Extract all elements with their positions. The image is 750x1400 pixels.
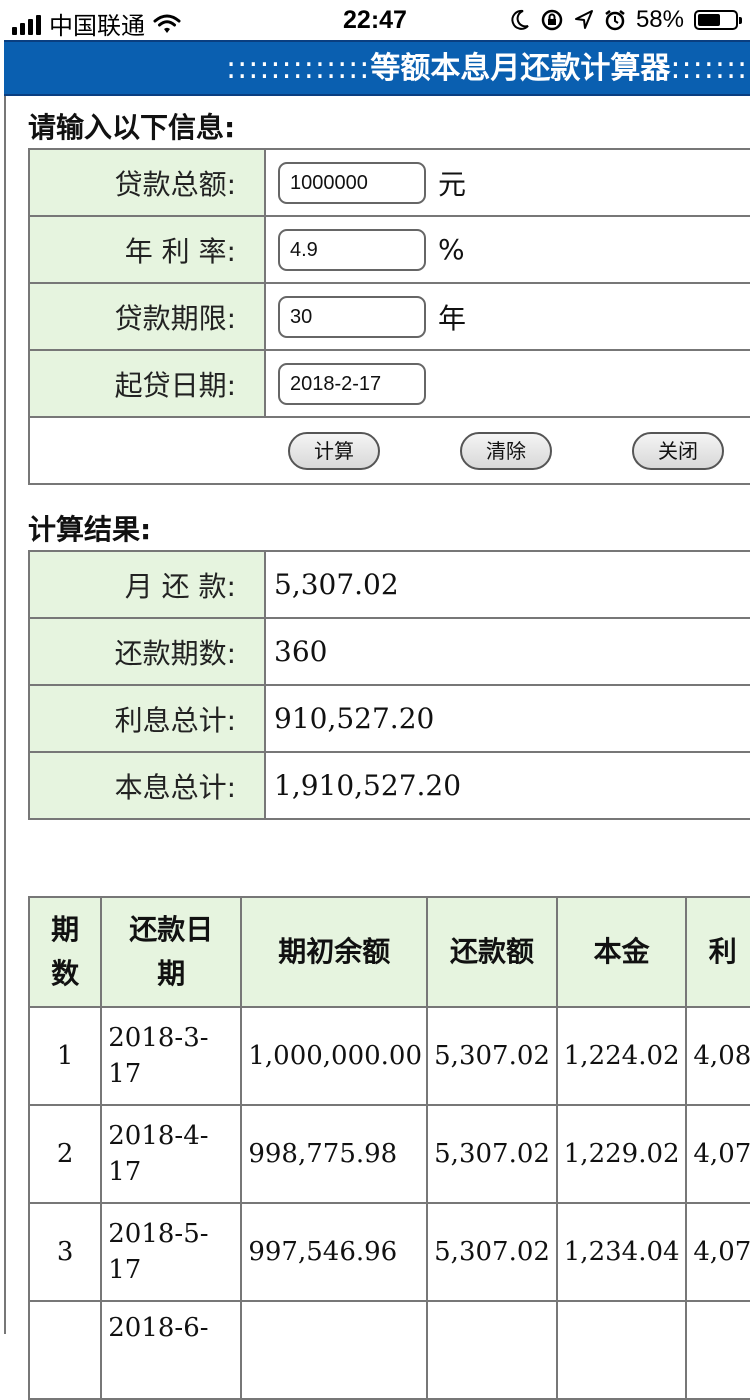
- annual-rate-cell: 4.9%: [264, 215, 750, 284]
- moon-icon: [511, 9, 529, 30]
- row-payment: 5,307.02: [426, 1202, 558, 1302]
- header-date-line2: 期: [157, 957, 186, 990]
- loan-term-unit: 年: [438, 301, 467, 335]
- row-date: 2018-6-: [100, 1300, 243, 1400]
- row-period: 1: [27, 1006, 103, 1106]
- row-date: 2018-5-17: [100, 1202, 243, 1302]
- row-principal: [555, 1300, 688, 1400]
- form-row-loan-term: 贷款期限: 30 年: [28, 282, 750, 351]
- button-cell: 计算 清除 关闭: [28, 416, 750, 485]
- start-date-cell: 2018-2-17: [264, 349, 750, 418]
- header-period-line1: 期: [51, 913, 80, 946]
- row-period: 3: [27, 1202, 103, 1302]
- form-row-buttons: 计算 清除 关闭: [28, 416, 750, 485]
- annual-rate-input[interactable]: 4.9: [278, 228, 426, 271]
- schedule-table: 期数 还款日期 期初余额 还款额 本金 利 1 2018-3-17 1,000,…: [27, 896, 750, 1400]
- table-row: 2018-6-: [27, 1300, 750, 1400]
- monthly-payment-value: 5,307.02: [264, 550, 750, 619]
- row-opening-balance: 998,775.98: [240, 1104, 429, 1204]
- calculate-button[interactable]: 计算: [288, 432, 380, 470]
- clear-button[interactable]: 清除: [460, 432, 552, 470]
- result-row-total: 本息总计: 1,910,527.20: [28, 751, 750, 820]
- row-interest: [685, 1300, 750, 1400]
- loan-amount-unit: 元: [438, 167, 467, 201]
- result-row-periods: 还款期数: 360: [28, 617, 750, 686]
- header-payment: 还款额: [426, 896, 558, 1008]
- header-principal: 本金: [555, 896, 688, 1008]
- total-interest-value: 910,527.20: [264, 684, 750, 753]
- header-interest: 利: [685, 896, 750, 1008]
- alarm-icon: [605, 10, 625, 31]
- total-payment-value: 1,910,527.20: [264, 751, 750, 820]
- loan-amount-input[interactable]: 1000000: [278, 161, 426, 204]
- row-opening-balance: 1,000,000.00: [240, 1006, 429, 1106]
- annual-rate-label: 年 利 率:: [28, 215, 266, 284]
- result-row-monthly: 月 还 款: 5,307.02: [28, 550, 750, 619]
- total-payment-label: 本息总计:: [28, 751, 266, 820]
- loan-amount-cell: 1000000 元: [264, 148, 750, 217]
- loan-amount-label: 贷款总额:: [28, 148, 266, 217]
- table-row: 3 2018-5-17 997,546.96 5,307.02 1,234.04…: [27, 1202, 750, 1302]
- battery-percent: 58%: [635, 6, 684, 33]
- row-payment: 5,307.02: [426, 1006, 558, 1106]
- result-row-interest: 利息总计: 910,527.20: [28, 684, 750, 753]
- title-dots-left: :::::::::::::: [226, 51, 371, 86]
- annual-rate-unit: %: [438, 233, 465, 266]
- table-row: 2 2018-4-17 998,775.98 5,307.02 1,229.02…: [27, 1104, 750, 1204]
- start-date-input[interactable]: 2018-2-17: [278, 362, 426, 405]
- result-section-heading: 计算结果:: [28, 513, 152, 546]
- row-interest: 4,07: [685, 1202, 750, 1302]
- periods-label: 还款期数:: [28, 617, 266, 686]
- row-interest: 4,08: [685, 1006, 750, 1106]
- form-row-start-date: 起贷日期: 2018-2-17: [28, 349, 750, 418]
- row-payment: [426, 1300, 558, 1400]
- calculator-frame: 请输入以下信息: 贷款总额: 1000000 元 年 利 率: 4.9% 贷款期限…: [4, 96, 750, 1400]
- title-bar: :::::::::::::等额本息月还款计算器::::::::::: [4, 40, 750, 96]
- form-row-annual-rate: 年 利 率: 4.9%: [28, 215, 750, 284]
- title-dots-right: ::::::::::: [670, 51, 750, 86]
- header-date: 还款日期: [100, 896, 243, 1008]
- form-row-loan-amount: 贷款总额: 1000000 元: [28, 148, 750, 217]
- header-period-line2: 数: [51, 957, 80, 990]
- schedule-header-row: 期数 还款日期 期初余额 还款额 本金 利: [27, 896, 750, 1008]
- row-principal: 1,224.02: [555, 1006, 688, 1106]
- row-opening-balance: [240, 1300, 429, 1400]
- row-interest: 4,07: [685, 1104, 750, 1204]
- status-right: 58%: [510, 6, 742, 34]
- row-opening-balance: 997,546.96: [240, 1202, 429, 1302]
- total-interest-label: 利息总计:: [28, 684, 266, 753]
- loan-term-label: 贷款期限:: [28, 282, 266, 351]
- monthly-payment-label: 月 还 款:: [28, 550, 266, 619]
- row-principal: 1,234.04: [555, 1202, 688, 1302]
- close-button[interactable]: 关闭: [632, 432, 724, 470]
- input-form-table: 贷款总额: 1000000 元 年 利 率: 4.9% 贷款期限: 30 年 起贷日…: [28, 148, 750, 485]
- location-icon: [574, 10, 593, 29]
- input-section-heading: 请输入以下信息:: [28, 111, 236, 144]
- periods-value: 360: [264, 617, 750, 686]
- page-title: 等额本息月还款计算器: [370, 51, 671, 86]
- row-date: 2018-3-17: [100, 1006, 243, 1106]
- row-period: 2: [27, 1104, 103, 1204]
- result-table: 月 还 款: 5,307.02 还款期数: 360 利息总计: 910,527.…: [28, 550, 750, 820]
- start-date-label: 起贷日期:: [28, 349, 266, 418]
- row-period: [27, 1300, 103, 1400]
- loan-term-input[interactable]: 30: [278, 295, 426, 338]
- header-date-line1: 还款日: [129, 913, 214, 946]
- table-row: 1 2018-3-17 1,000,000.00 5,307.02 1,224.…: [27, 1006, 750, 1106]
- rotation-lock-icon: [541, 9, 563, 31]
- row-principal: 1,229.02: [555, 1104, 688, 1204]
- header-period: 期数: [27, 896, 103, 1008]
- header-opening-balance: 期初余额: [240, 896, 429, 1008]
- battery-icon: [694, 10, 742, 30]
- loan-term-cell: 30 年: [264, 282, 750, 351]
- row-payment: 5,307.02: [426, 1104, 558, 1204]
- row-date: 2018-4-17: [100, 1104, 243, 1204]
- status-bar: 中国联通 22:47 58%: [0, 0, 750, 40]
